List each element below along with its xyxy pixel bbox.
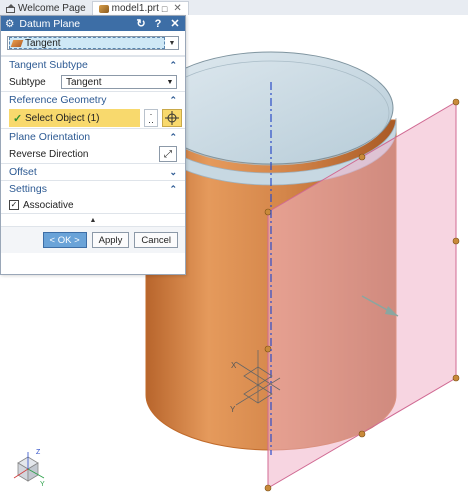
associative-row: ✓ Associative xyxy=(1,197,185,213)
reset-icon[interactable]: ↻ xyxy=(135,17,147,30)
reverse-direction-row: Reverse Direction ⤢ xyxy=(1,145,185,163)
cancel-button[interactable]: Cancel xyxy=(134,232,178,248)
associative-checkbox[interactable]: ✓ xyxy=(9,200,19,210)
associative-label: Associative xyxy=(23,199,74,211)
expand-chevron-icon[interactable]: ⌄ xyxy=(169,167,177,178)
type-row: Tangent ▼ xyxy=(1,31,185,56)
point-dialog-crosshair-icon[interactable] xyxy=(162,109,182,127)
plane-type-combo[interactable]: Tangent ▼ xyxy=(7,36,179,50)
dialog-button-row: < OK > Apply Cancel xyxy=(1,226,185,253)
collapse-dialog-toggle[interactable]: ▲ xyxy=(1,213,185,226)
model-icon xyxy=(98,4,109,13)
chevron-down-icon[interactable]: ▼ xyxy=(164,79,176,86)
chevron-down-icon[interactable]: ▼ xyxy=(166,40,178,47)
tangent-plane-icon xyxy=(10,39,24,47)
gear-icon[interactable]: ⚙ xyxy=(5,18,14,30)
more-options-icon[interactable]: · ·· xyxy=(144,109,158,127)
svg-text:Y: Y xyxy=(230,405,236,414)
tab-welcome-page-label: Welcome Page xyxy=(18,2,86,14)
tab-welcome-page[interactable]: Welcome Page xyxy=(0,1,93,15)
dialog-title-bar[interactable]: ⚙ Datum Plane ↻ ? ✕ xyxy=(1,16,185,31)
ok-button[interactable]: < OK > xyxy=(42,232,87,248)
apply-button[interactable]: Apply xyxy=(91,232,130,248)
reverse-direction-icon[interactable]: ⤢ xyxy=(159,146,177,162)
collapse-chevron-icon[interactable]: ⌃ xyxy=(169,60,177,71)
reverse-direction-label: Reverse Direction xyxy=(9,148,89,160)
help-icon[interactable]: ? xyxy=(152,18,164,30)
subtype-label: Subtype xyxy=(9,76,46,88)
dialog-title: Datum Plane xyxy=(19,17,81,30)
section-offset-label: Offset xyxy=(9,166,37,178)
collapse-chevron-icon[interactable]: ⌃ xyxy=(169,184,177,195)
section-tangent-subtype-label: Tangent Subtype xyxy=(9,59,88,71)
checkmark-icon: ✓ xyxy=(13,112,23,125)
pin-icon[interactable]: □ xyxy=(162,4,167,14)
select-object-field[interactable]: ✓ Select Object (1) xyxy=(9,109,140,127)
section-plane-orientation[interactable]: Plane Orientation ⌃ xyxy=(1,128,185,145)
document-tab-bar: Welcome Page model1.prt □ ✕ xyxy=(0,0,468,16)
triad-y-label: Y xyxy=(40,481,45,488)
select-object-row: ✓ Select Object (1) · ·· xyxy=(9,108,182,128)
plane-type-value: Tangent xyxy=(25,37,61,49)
subtype-row: Subtype Tangent ▼ xyxy=(1,73,185,91)
section-reference-geometry-label: Reference Geometry xyxy=(9,94,107,106)
home-icon xyxy=(6,3,15,13)
subtype-value: Tangent xyxy=(66,76,102,88)
svg-text:X: X xyxy=(231,361,237,370)
tab-model1[interactable]: model1.prt □ ✕ xyxy=(92,1,189,15)
close-dialog-icon[interactable]: ✕ xyxy=(169,17,181,30)
select-object-label: Select Object (1) xyxy=(25,112,100,124)
section-tangent-subtype[interactable]: Tangent Subtype ⌃ xyxy=(1,56,185,73)
collapse-chevron-icon[interactable]: ⌃ xyxy=(169,132,177,143)
datum-plane-dialog: ⚙ Datum Plane ↻ ? ✕ Tangent ▼ Tangent Su… xyxy=(0,15,186,275)
section-settings[interactable]: Settings ⌃ xyxy=(1,180,185,197)
section-reference-geometry[interactable]: Reference Geometry ⌃ xyxy=(1,91,185,108)
close-tab-icon[interactable]: ✕ xyxy=(173,3,181,14)
section-plane-orientation-label: Plane Orientation xyxy=(9,131,91,143)
section-settings-label: Settings xyxy=(9,183,47,195)
triad-z-label: Z xyxy=(36,449,41,456)
section-offset[interactable]: Offset ⌄ xyxy=(1,163,185,180)
subtype-select[interactable]: Tangent ▼ xyxy=(61,75,177,89)
collapse-chevron-icon[interactable]: ⌃ xyxy=(169,95,177,106)
tab-model1-label: model1.prt xyxy=(111,3,159,14)
view-triad xyxy=(13,452,45,482)
